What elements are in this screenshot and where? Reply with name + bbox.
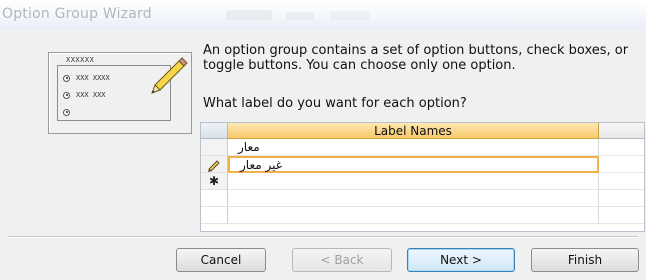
row-selector[interactable] [201, 139, 228, 156]
empty-header [599, 123, 644, 139]
back-button[interactable]: < Back [292, 248, 392, 272]
radio-icon [63, 108, 70, 116]
label-cell-text: معار [238, 140, 260, 154]
option-group-preview: XXXXXX XXX XXXX XXX XXX [48, 52, 192, 134]
select-all-corner[interactable] [201, 123, 228, 139]
preview-option: XXX XXX [63, 90, 106, 100]
preview-option: XXX XXXX [63, 73, 110, 83]
empty-row-selector [201, 207, 228, 224]
empty-cell [599, 173, 644, 190]
row-selector[interactable] [201, 156, 228, 173]
title-bar-blur [226, 10, 272, 20]
window-title: Option Group Wizard [2, 6, 152, 22]
radio-icon [63, 91, 70, 99]
empty-cell [599, 190, 644, 207]
button-separator [8, 236, 638, 238]
empty-cell [228, 207, 599, 224]
label-cell[interactable]: معار [228, 139, 599, 156]
wizard-description: An option group contains a set of option… [203, 43, 629, 73]
pencil-icon [151, 57, 188, 94]
next-button[interactable]: Next > [407, 248, 515, 272]
title-bar-blur [330, 11, 370, 20]
title-bar-blur [286, 12, 314, 20]
label-names-grid[interactable]: Label Names معار غير معار ✱ [200, 122, 645, 232]
preview-option [63, 107, 76, 117]
new-row-icon[interactable]: ✱ [201, 173, 228, 190]
empty-cell [599, 139, 644, 156]
empty-cell [228, 190, 599, 207]
finish-button-label: Finish [567, 253, 603, 267]
finish-button[interactable]: Finish [531, 248, 639, 272]
wizard-prompt: What label do you want for each option? [203, 96, 467, 111]
cancel-button-label: Cancel [200, 253, 242, 267]
empty-row-selector [201, 190, 228, 207]
label-cell-active[interactable]: غير معار [228, 156, 599, 173]
preview-option-label: XXX XXX [76, 91, 106, 99]
title-bar: Option Group Wizard [0, 0, 646, 30]
pencil-icon [208, 159, 220, 172]
label-cell-new[interactable] [228, 173, 599, 190]
back-button-label: < Back [320, 253, 364, 267]
cancel-button[interactable]: Cancel [176, 248, 266, 272]
empty-cell [599, 207, 644, 224]
preview-option-label: XXX XXXX [76, 74, 110, 82]
radio-icon [63, 74, 70, 82]
option-group-wizard-window: Option Group Wizard XXXXXX XXX XXXX XXX … [0, 0, 646, 280]
empty-cell [599, 156, 644, 173]
column-header-label-names: Label Names [228, 123, 599, 139]
preview-caption: XXXXXX [63, 56, 98, 64]
label-cell-text: غير معار [240, 158, 282, 172]
next-button-label: Next > [440, 253, 482, 267]
